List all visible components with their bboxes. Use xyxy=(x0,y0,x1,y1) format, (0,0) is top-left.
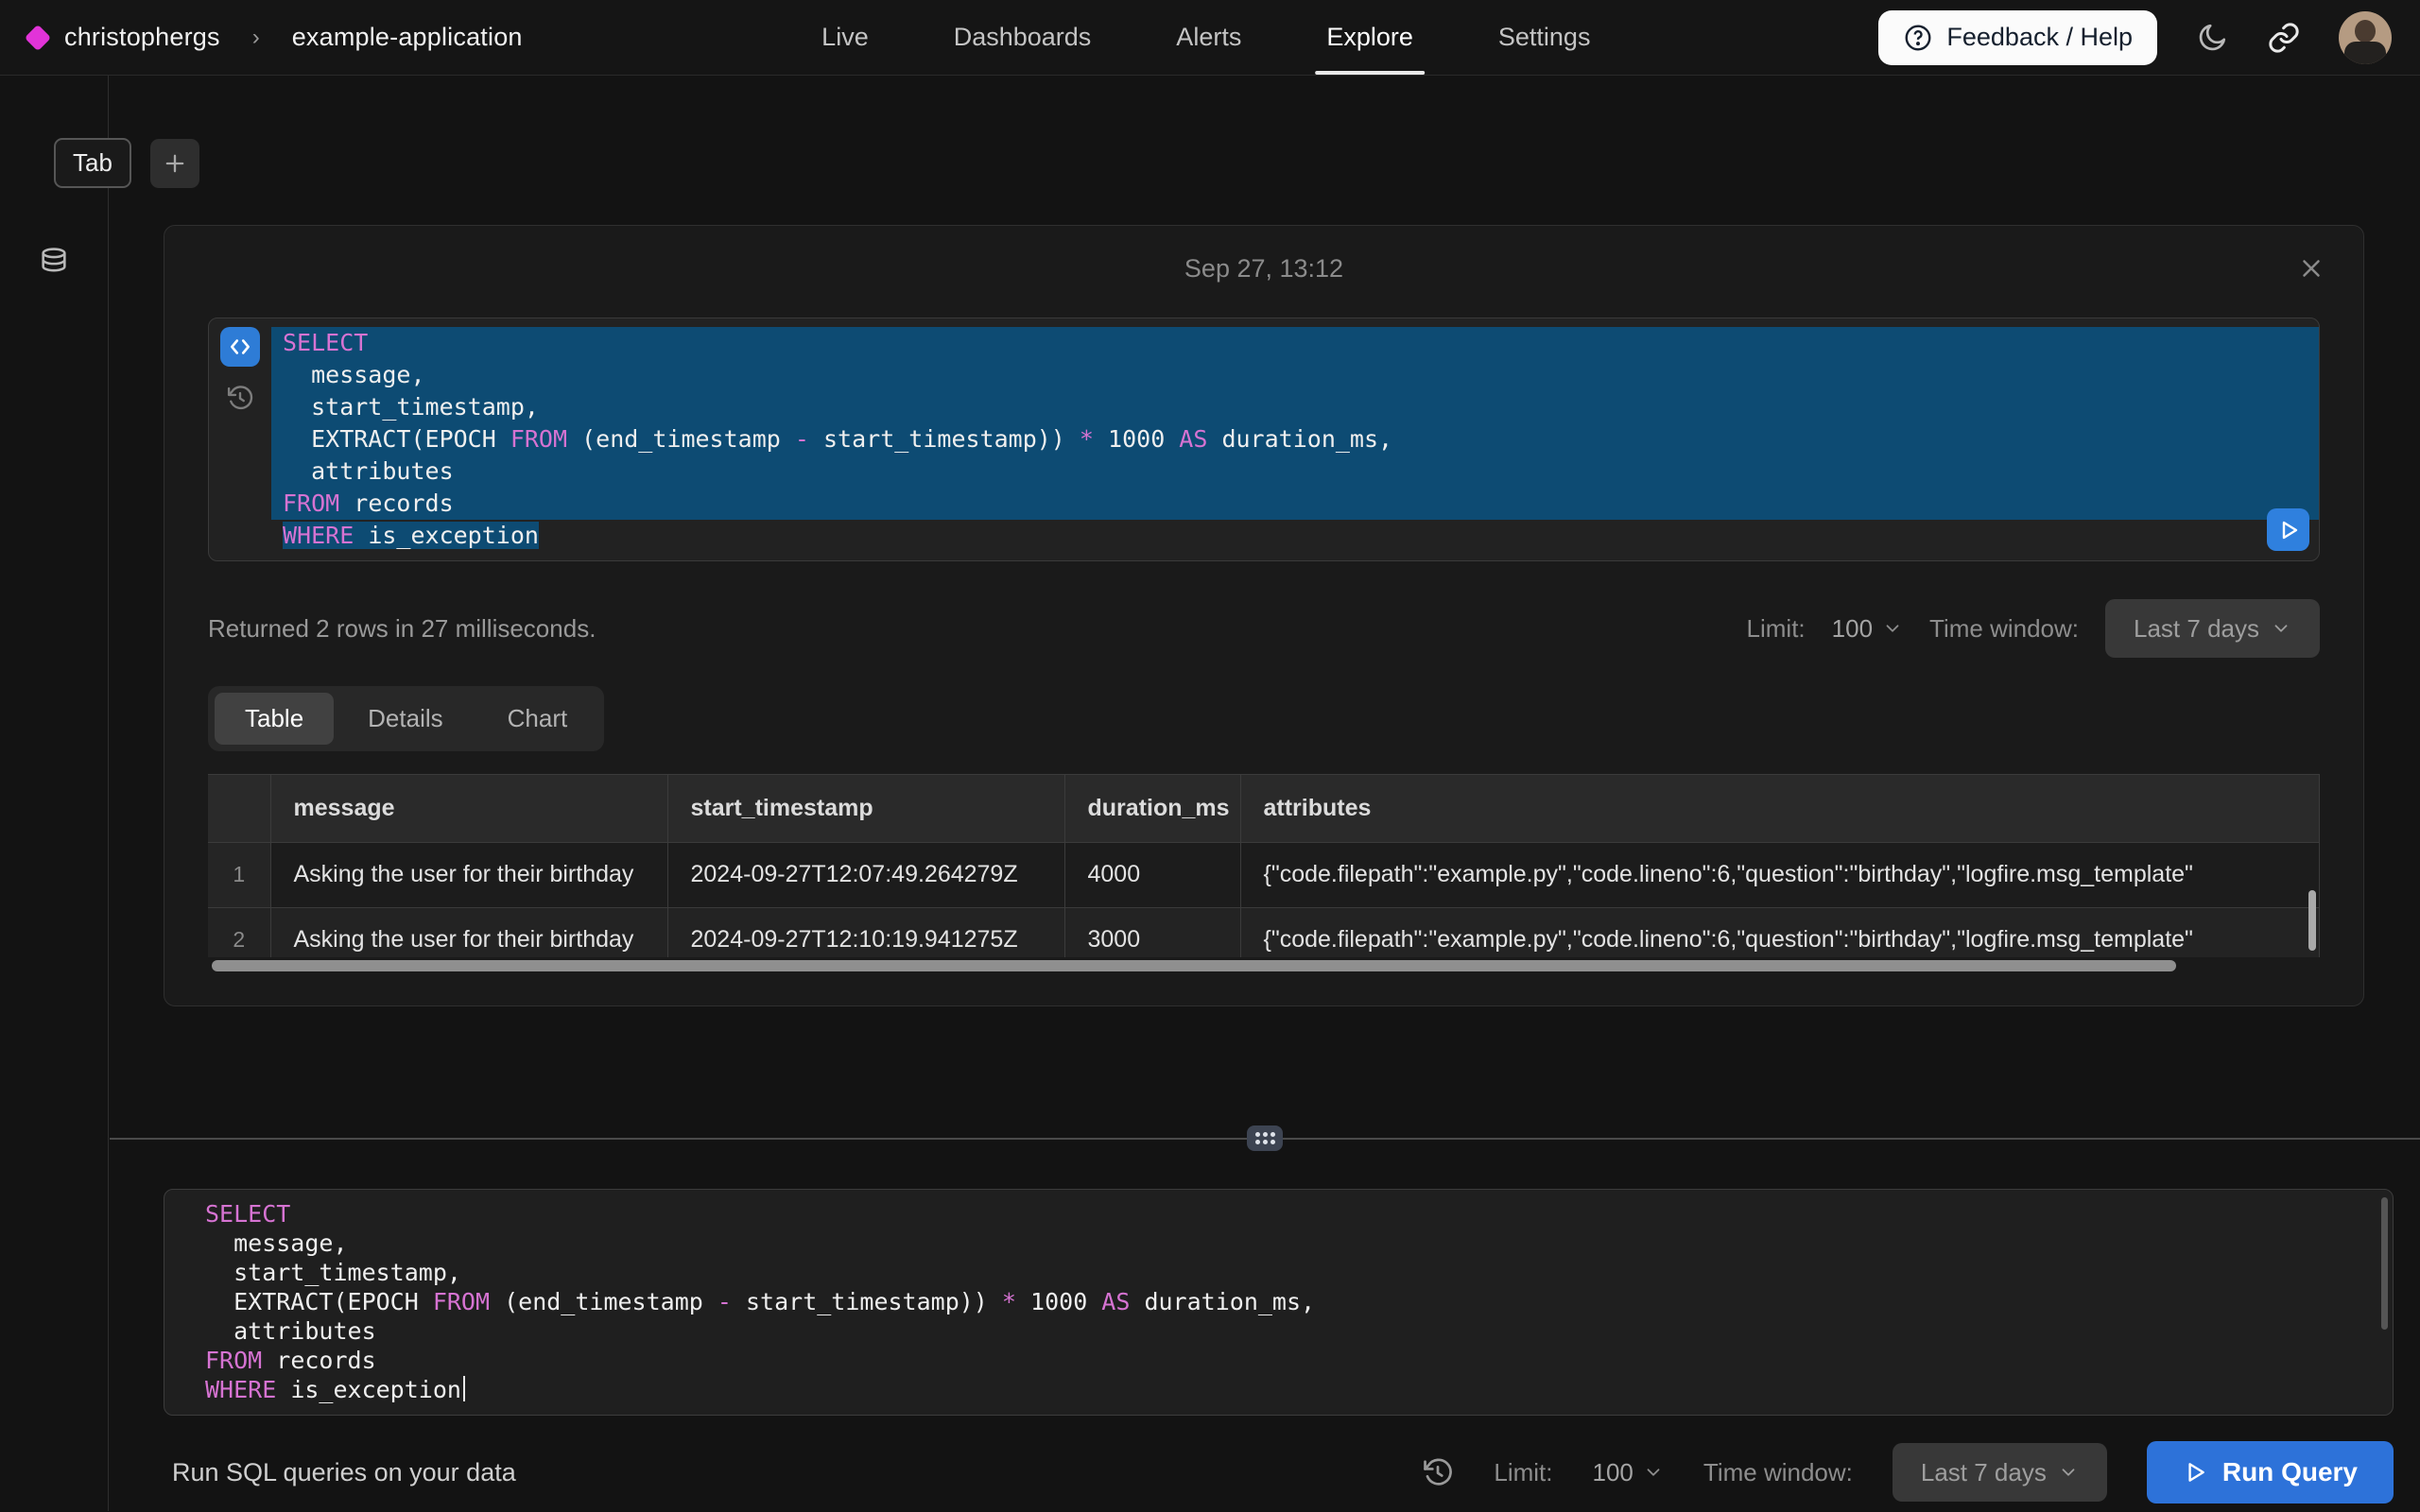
breadcrumb-org[interactable]: christophergs xyxy=(64,23,220,52)
query-tab-chip[interactable]: Tab xyxy=(54,138,131,188)
text-caret xyxy=(463,1376,465,1401)
time-window-label: Time window: xyxy=(1929,614,2079,644)
explore-page: Tab Sep 27, 13:12 xyxy=(0,76,2420,1511)
time-window-label: Time window: xyxy=(1703,1458,1853,1487)
sql-editor[interactable]: SELECT message, start_timestamp, EXTRACT… xyxy=(164,1189,2394,1416)
breadcrumb: christophergs › example-application xyxy=(28,23,523,52)
chevron-down-icon xyxy=(1882,618,1903,639)
run-query-label: Run Query xyxy=(2222,1457,2358,1487)
database-schema-icon[interactable] xyxy=(38,246,70,1511)
nav-tab-live[interactable]: Live xyxy=(810,0,880,75)
left-sidebar xyxy=(0,76,109,1511)
result-summary: Returned 2 rows in 27 milliseconds. xyxy=(208,614,596,644)
feedback-help-button[interactable]: Feedback / Help xyxy=(1878,10,2157,65)
view-tab-chart[interactable]: Chart xyxy=(477,693,598,745)
cell-attributes: {"code.filepath":"example.py","code.line… xyxy=(1240,842,2320,907)
bottom-bar: Run SQL queries on your data Limit: 100 … xyxy=(110,1434,2420,1511)
history-icon[interactable] xyxy=(1422,1456,1454,1488)
time-window-dropdown[interactable]: Last 7 days xyxy=(2105,599,2320,658)
table-row[interactable]: 2Asking the user for their birthday2024-… xyxy=(208,907,2320,957)
nav-tab-alerts[interactable]: Alerts xyxy=(1165,0,1253,75)
chevron-down-icon xyxy=(2271,618,2291,639)
main-area: Sep 27, 13:12 xyxy=(110,76,2420,1511)
code-view-button[interactable] xyxy=(220,327,260,367)
logfire-logo-icon[interactable] xyxy=(25,24,51,50)
editor-hint: Run SQL queries on your data xyxy=(172,1458,516,1487)
table-horizontal-scrollbar[interactable] xyxy=(208,959,2320,972)
limit-label: Limit: xyxy=(1494,1458,1552,1487)
play-icon xyxy=(2183,1460,2207,1485)
saved-sql-code[interactable]: SELECT message, start_timestamp, EXTRACT… xyxy=(271,318,2319,560)
chevron-down-icon xyxy=(1643,1462,1664,1483)
table-vertical-scrollbar[interactable] xyxy=(2308,890,2316,951)
add-tab-button[interactable] xyxy=(150,139,199,188)
cell-attributes: {"code.filepath":"example.py","code.line… xyxy=(1240,907,2320,957)
limit-dropdown[interactable]: 100 xyxy=(1832,614,1903,644)
column-header-start_timestamp[interactable]: start_timestamp xyxy=(667,775,1064,842)
pane-splitter[interactable] xyxy=(110,1138,2420,1140)
run-saved-query-button[interactable] xyxy=(2267,508,2309,551)
cell-message: Asking the user for their birthday xyxy=(270,907,667,957)
close-icon[interactable] xyxy=(2297,254,2325,283)
results-table: messagestart_timestampduration_msattribu… xyxy=(208,775,2320,957)
nav-tab-explore[interactable]: Explore xyxy=(1315,0,1425,75)
cell-duration-ms: 3000 xyxy=(1064,907,1240,957)
cell-message: Asking the user for their birthday xyxy=(270,842,667,907)
play-icon xyxy=(2277,519,2300,541)
cell-start-timestamp: 2024-09-27T12:07:49.264279Z xyxy=(667,842,1064,907)
breadcrumb-project[interactable]: example-application xyxy=(292,23,523,52)
top-nav: christophergs › example-application Live… xyxy=(0,0,2420,76)
history-icon[interactable] xyxy=(226,384,254,412)
column-header-duration_ms[interactable]: duration_ms xyxy=(1064,775,1240,842)
result-view-tabs: TableDetailsChart xyxy=(208,686,604,751)
table-header-row: messagestart_timestampduration_msattribu… xyxy=(208,775,2320,842)
nav-tab-dashboards[interactable]: Dashboards xyxy=(942,0,1103,75)
splitter-grip-icon[interactable] xyxy=(1247,1125,1283,1151)
editor-scrollbar[interactable] xyxy=(2381,1197,2388,1330)
column-header-attributes[interactable]: attributes xyxy=(1240,775,2320,842)
nav-tabs: Live Dashboards Alerts Explore Settings xyxy=(810,0,1601,75)
row-number: 2 xyxy=(208,907,270,957)
plus-icon xyxy=(162,150,188,177)
cell-duration-ms: 4000 xyxy=(1064,842,1240,907)
breadcrumb-separator: › xyxy=(252,25,260,51)
nav-tab-settings[interactable]: Settings xyxy=(1487,0,1602,75)
results-table-wrap: messagestart_timestampduration_msattribu… xyxy=(208,774,2320,957)
view-tab-details[interactable]: Details xyxy=(337,693,473,745)
table-row[interactable]: 1Asking the user for their birthday2024-… xyxy=(208,842,2320,907)
feedback-help-label: Feedback / Help xyxy=(1946,23,2133,52)
code-brackets-icon xyxy=(228,335,252,359)
cell-start-timestamp: 2024-09-27T12:10:19.941275Z xyxy=(667,907,1064,957)
query-history-card: Sep 27, 13:12 xyxy=(164,225,2364,1006)
column-header-message[interactable]: message xyxy=(270,775,667,842)
dark-mode-moon-icon[interactable] xyxy=(2195,21,2229,55)
limit-dropdown[interactable]: 100 xyxy=(1593,1458,1664,1487)
row-number: 1 xyxy=(208,842,270,907)
question-circle-icon xyxy=(1903,23,1933,53)
query-timestamp: Sep 27, 13:12 xyxy=(1184,254,1343,283)
user-avatar[interactable] xyxy=(2339,11,2392,64)
limit-label: Limit: xyxy=(1747,614,1806,644)
chevron-down-icon xyxy=(2058,1462,2079,1483)
row-number-header xyxy=(208,775,270,842)
share-link-icon[interactable] xyxy=(2267,21,2301,55)
saved-sql-block: SELECT message, start_timestamp, EXTRACT… xyxy=(208,318,2320,561)
run-query-button[interactable]: Run Query xyxy=(2147,1441,2394,1503)
time-window-dropdown[interactable]: Last 7 days xyxy=(1893,1443,2107,1502)
view-tab-table[interactable]: Table xyxy=(215,693,334,745)
